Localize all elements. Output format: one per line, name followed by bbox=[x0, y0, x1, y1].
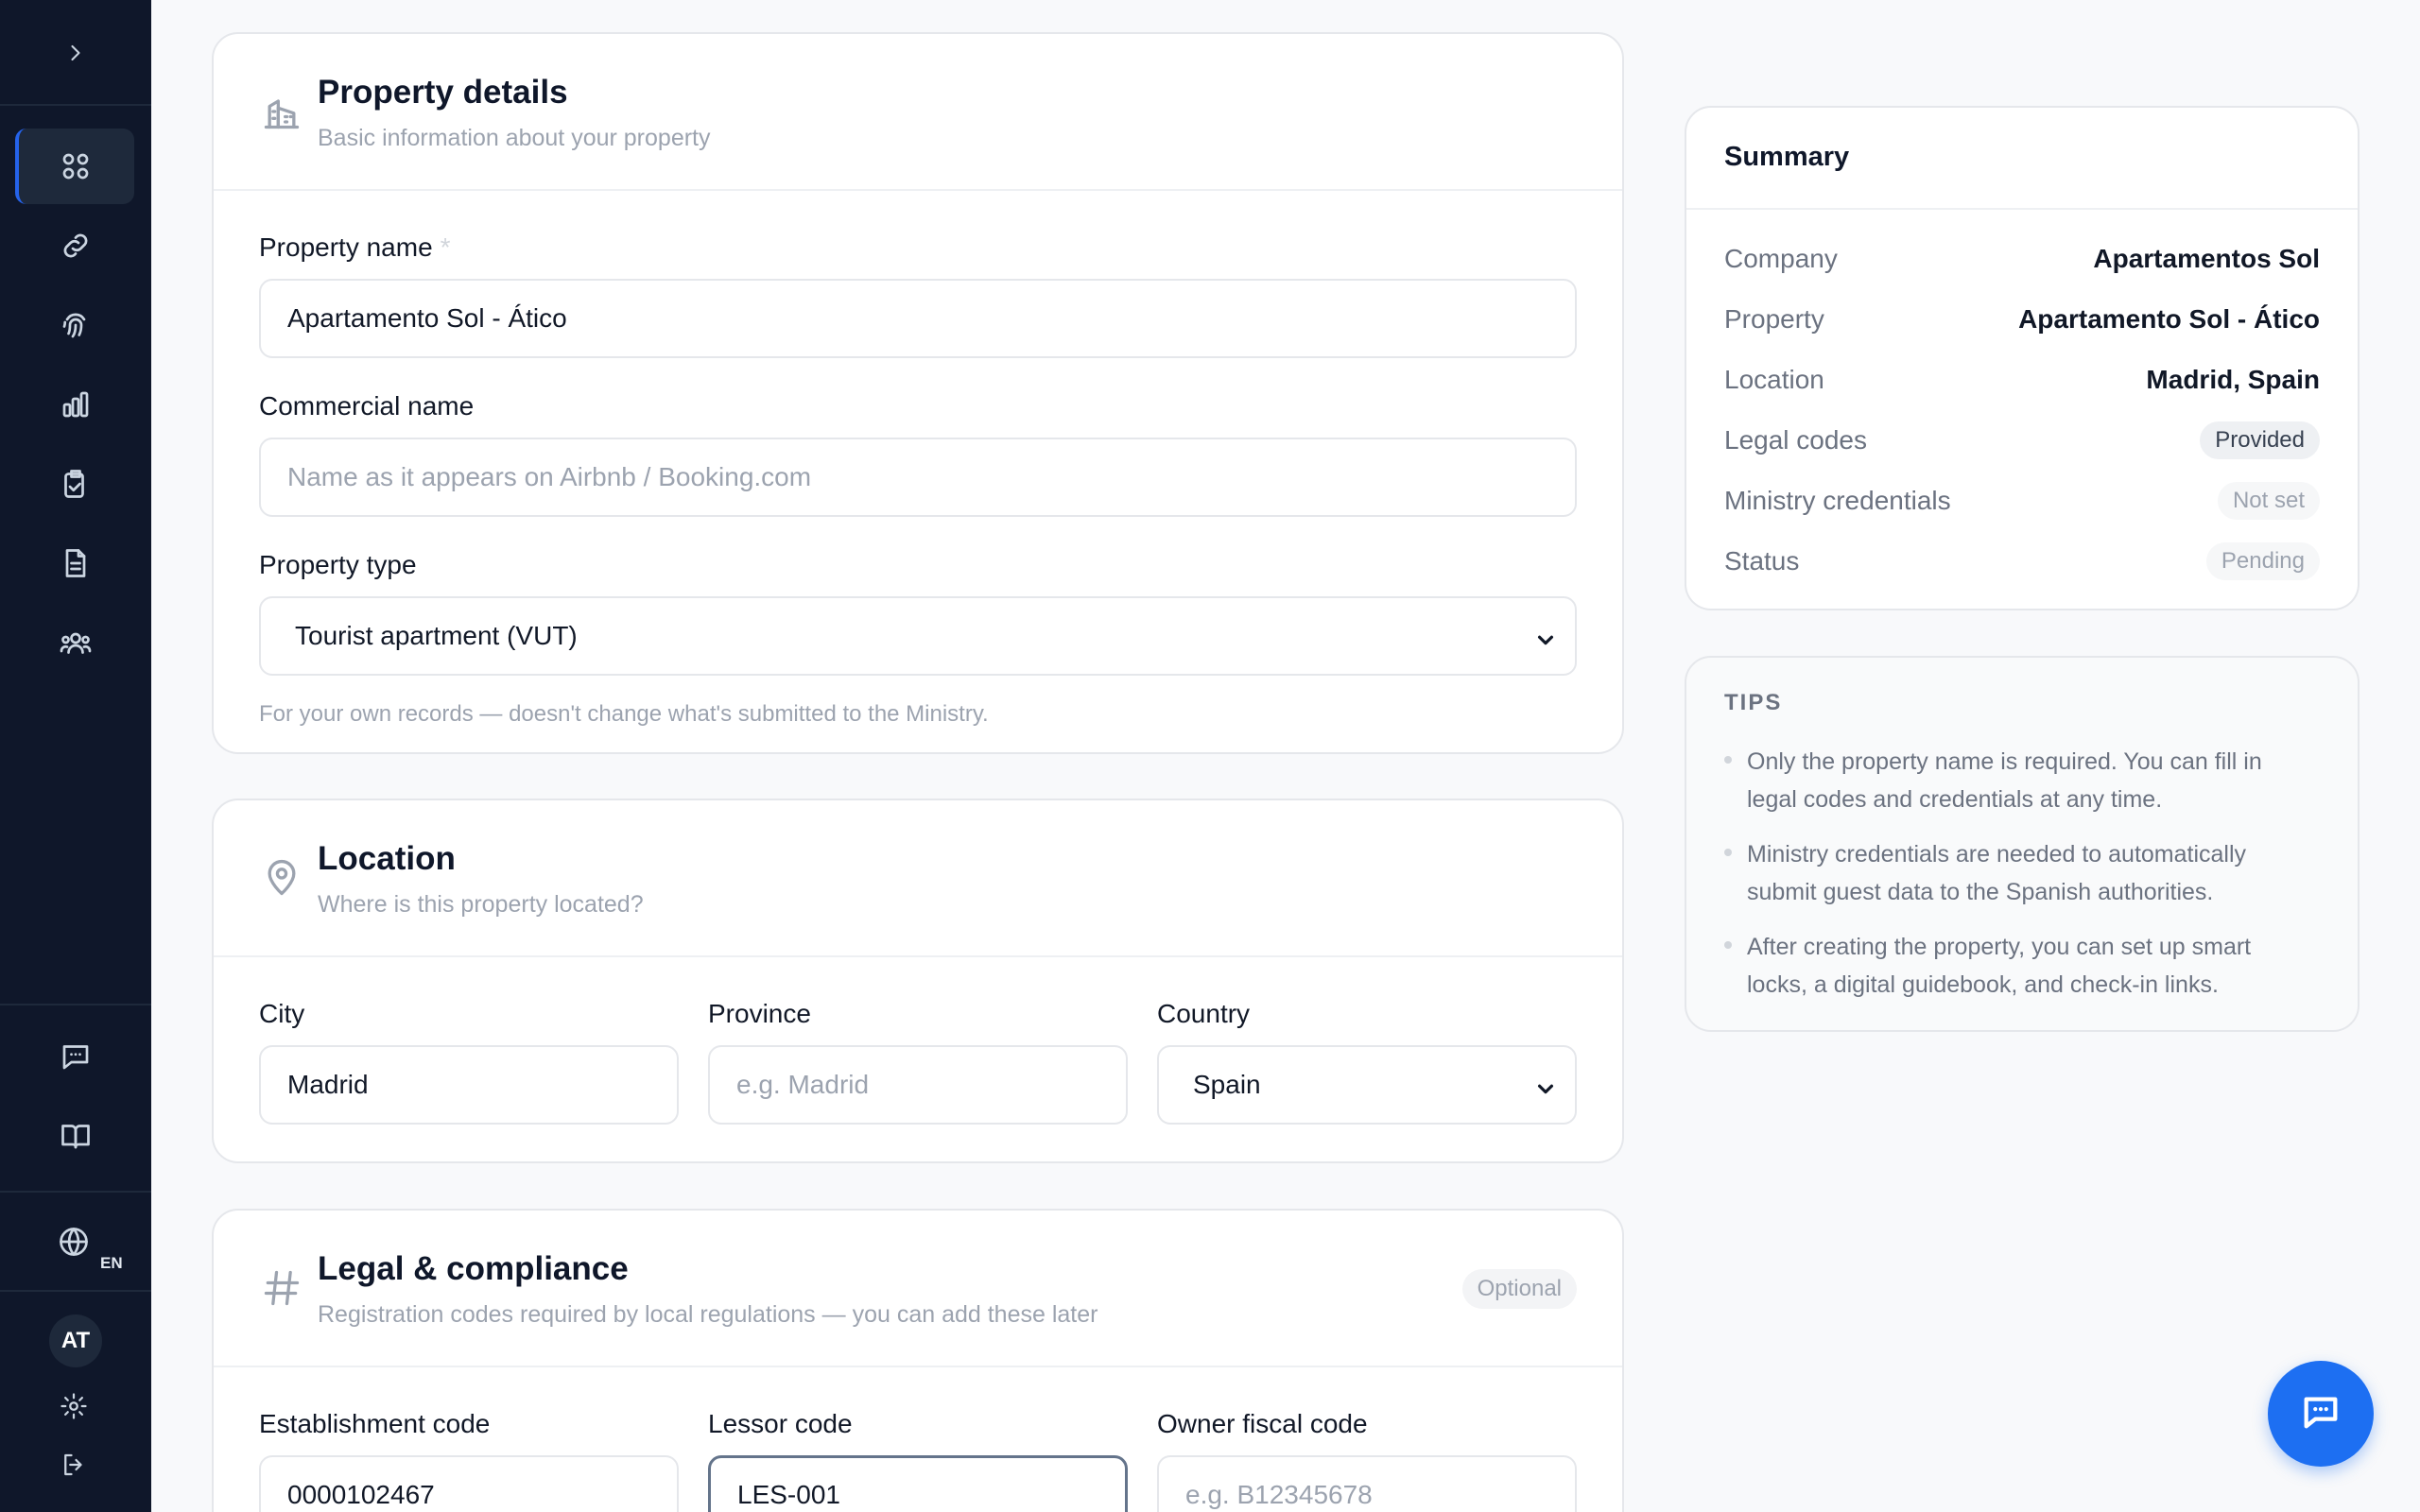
card-title: Property details bbox=[318, 74, 568, 111]
building-icon bbox=[261, 91, 302, 132]
summary-row-status: Status Pending bbox=[1724, 542, 2320, 580]
summary-row-location: Location Madrid, Spain bbox=[1724, 361, 2320, 399]
country-value: Spain bbox=[1193, 1070, 1261, 1099]
document-icon[interactable] bbox=[57, 544, 95, 582]
bullet-icon bbox=[1724, 756, 1732, 764]
globe-icon[interactable] bbox=[55, 1223, 93, 1261]
lessor-code-label: Lessor code bbox=[708, 1409, 853, 1438]
tip-text: After creating the property, you can set… bbox=[1747, 934, 2252, 998]
summary-value: Apartamento Sol - Ático bbox=[2018, 304, 2320, 334]
property-name-input[interactable]: Apartamento Sol - Ático bbox=[259, 279, 1577, 358]
map-pin-icon bbox=[261, 857, 302, 899]
chat-bubble-icon bbox=[2299, 1390, 2342, 1438]
sidebar-divider bbox=[0, 104, 151, 106]
commercial-name-input[interactable]: Name as it appears on Airbnb / Booking.c… bbox=[259, 438, 1577, 517]
summary-key: Ministry credentials bbox=[1724, 486, 1951, 515]
summary-card: Summary Company Apartamentos Sol Propert… bbox=[1685, 106, 2360, 610]
avatar[interactable]: AT bbox=[49, 1314, 102, 1367]
summary-key: Legal codes bbox=[1724, 425, 1868, 455]
country-label: Country bbox=[1157, 999, 1251, 1028]
bar-chart-icon[interactable] bbox=[57, 386, 95, 423]
province-label: Province bbox=[708, 999, 811, 1028]
summary-row-legal-codes: Legal codes Provided bbox=[1724, 421, 2320, 459]
property-type-hint: For your own records — doesn't change wh… bbox=[259, 701, 989, 727]
required-asterisk: * bbox=[440, 232, 451, 262]
hash-icon bbox=[261, 1267, 302, 1309]
card-header: Property details Basic information about… bbox=[214, 34, 1622, 191]
summary-key: Property bbox=[1724, 304, 1824, 334]
location-card: Location Where is this property located?… bbox=[212, 799, 1624, 1163]
summary-value: Apartamentos Sol bbox=[2093, 244, 2320, 273]
property-name-label-text: Property name bbox=[259, 232, 433, 262]
tip-item: After creating the property, you can set… bbox=[1724, 928, 2282, 1004]
status-badge: Provided bbox=[2200, 421, 2320, 459]
logout-icon[interactable] bbox=[55, 1446, 93, 1484]
card-subtitle: Basic information about your property bbox=[318, 125, 711, 151]
owner-fiscal-code-input[interactable]: e.g. B12345678 bbox=[1157, 1455, 1577, 1512]
summary-value: Madrid, Spain bbox=[2146, 365, 2320, 394]
sidebar-divider bbox=[0, 1191, 151, 1193]
establishment-code-input[interactable]: 0000102467 bbox=[259, 1455, 679, 1512]
property-type-value: Tourist apartment (VUT) bbox=[295, 621, 578, 650]
card-subtitle: Registration codes required by local reg… bbox=[318, 1301, 1098, 1328]
chevron-down-icon bbox=[1535, 1075, 1556, 1096]
card-title: Location bbox=[318, 840, 456, 877]
chat-support-button[interactable] bbox=[2268, 1361, 2374, 1467]
tip-item: Ministry credentials are needed to autom… bbox=[1724, 835, 2282, 911]
chevron-right-icon[interactable] bbox=[57, 34, 95, 72]
summary-key: Company bbox=[1724, 244, 1838, 273]
establishment-code-label: Establishment code bbox=[259, 1409, 491, 1438]
sidebar: EN AT bbox=[0, 0, 151, 1512]
summary-row-ministry-credentials: Ministry credentials Not set bbox=[1724, 482, 2320, 520]
gear-icon[interactable] bbox=[55, 1387, 93, 1425]
property-type-label: Property type bbox=[259, 550, 417, 579]
owner-fiscal-code-label: Owner fiscal code bbox=[1157, 1409, 1368, 1438]
tips-card: TIPS Only the property name is required.… bbox=[1685, 656, 2360, 1032]
book-icon[interactable] bbox=[57, 1117, 95, 1155]
optional-badge: Optional bbox=[1461, 1269, 1577, 1309]
grid-icon[interactable] bbox=[57, 147, 95, 185]
card-header: Legal & compliance Registration codes re… bbox=[214, 1211, 1622, 1367]
clipboard-check-icon[interactable] bbox=[57, 465, 95, 503]
tip-item: Only the property name is required. You … bbox=[1724, 743, 2282, 818]
summary-row-property: Property Apartamento Sol - Ático bbox=[1724, 301, 2320, 338]
legal-compliance-card: Legal & compliance Registration codes re… bbox=[212, 1209, 1624, 1512]
users-icon[interactable] bbox=[57, 624, 95, 662]
chevron-down-icon bbox=[1535, 627, 1556, 647]
city-label: City bbox=[259, 999, 305, 1028]
language-code[interactable]: EN bbox=[100, 1254, 123, 1273]
summary-key: Location bbox=[1724, 365, 1824, 394]
summary-divider bbox=[1686, 208, 2358, 210]
commercial-name-label: Commercial name bbox=[259, 391, 475, 421]
tip-text: Only the property name is required. You … bbox=[1747, 748, 2262, 813]
status-badge: Pending bbox=[2205, 542, 2320, 580]
city-input[interactable]: Madrid bbox=[259, 1045, 679, 1125]
sidebar-divider bbox=[0, 1290, 151, 1292]
bullet-icon bbox=[1724, 849, 1732, 856]
lessor-code-input[interactable]: LES-001 bbox=[708, 1455, 1128, 1512]
fingerprint-icon[interactable] bbox=[57, 306, 95, 344]
tip-text: Ministry credentials are needed to autom… bbox=[1747, 841, 2247, 905]
summary-title: Summary bbox=[1724, 142, 1850, 172]
chat-icon[interactable] bbox=[57, 1038, 95, 1075]
card-title: Legal & compliance bbox=[318, 1250, 629, 1287]
property-details-card: Property details Basic information about… bbox=[212, 32, 1624, 754]
bullet-icon bbox=[1724, 941, 1732, 949]
sidebar-divider bbox=[0, 1004, 151, 1005]
summary-row-company: Company Apartamentos Sol bbox=[1724, 240, 2320, 278]
summary-key: Status bbox=[1724, 546, 1800, 576]
card-subtitle: Where is this property located? bbox=[318, 891, 644, 918]
province-input[interactable]: e.g. Madrid bbox=[708, 1045, 1128, 1125]
status-badge: Not set bbox=[2217, 482, 2320, 520]
property-type-select[interactable]: Tourist apartment (VUT) bbox=[259, 596, 1577, 676]
link-icon[interactable] bbox=[57, 227, 95, 265]
country-select[interactable]: Spain bbox=[1157, 1045, 1577, 1125]
property-name-label: Property name * bbox=[259, 232, 451, 263]
card-header: Location Where is this property located? bbox=[214, 800, 1622, 957]
tips-title: TIPS bbox=[1724, 690, 1783, 715]
